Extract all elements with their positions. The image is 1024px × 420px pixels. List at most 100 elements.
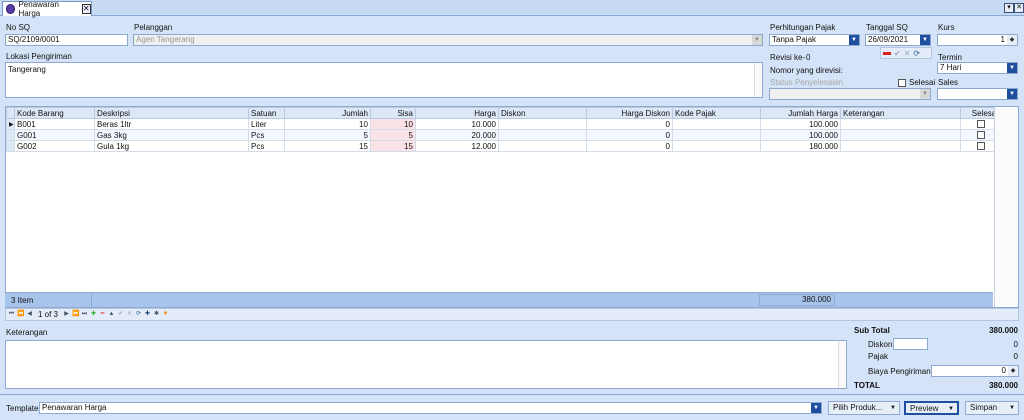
col-harga[interactable]: Harga [415, 107, 499, 119]
status-penyelesaian-select[interactable]: ▼ [769, 88, 931, 100]
cell-keterangan[interactable] [840, 140, 961, 152]
cell-diskon[interactable] [498, 129, 587, 141]
cell-jumlah-harga[interactable]: 180.000 [760, 140, 841, 152]
cell-harga-diskon[interactable]: 0 [586, 118, 673, 130]
biaya-pengiriman-field[interactable]: 0 ◆ [931, 365, 1019, 377]
cell-jumlah-harga[interactable]: 100.000 [760, 118, 841, 130]
chevron-down-icon[interactable]: ▼ [920, 89, 930, 99]
cancel-icon[interactable]: ✕ [904, 49, 911, 58]
cell-sisa[interactable]: 5 [370, 129, 416, 141]
last-page-icon[interactable]: ⏭ [81, 311, 88, 318]
cell-satuan[interactable]: Pcs [248, 129, 285, 141]
cell-deskripsi[interactable]: Beras 1ltr [94, 118, 249, 130]
col-kode-barang[interactable]: Kode Barang [14, 107, 95, 119]
sales-select[interactable]: ▼ [937, 88, 1018, 100]
cell-harga[interactable]: 10.000 [415, 118, 499, 130]
selesai-checkbox[interactable] [976, 142, 985, 151]
col-satuan[interactable]: Satuan [248, 107, 285, 119]
window-menu-icon[interactable]: ▾ [1004, 3, 1014, 13]
delete-icon[interactable]: ━ [99, 311, 106, 318]
cell-deskripsi[interactable]: Gula 1kg [94, 140, 249, 152]
selesai-checkbox-wrap[interactable]: Selesai [898, 78, 935, 87]
vertical-scrollbar[interactable] [838, 341, 846, 388]
next-page-icon[interactable]: ▶ [63, 311, 70, 318]
cell-diskon[interactable] [498, 118, 587, 130]
cell-kode-pajak[interactable] [672, 118, 761, 130]
no-sq-field[interactable]: SQ/2109/0001 [5, 34, 128, 46]
template-select[interactable]: Penawaran Harga ▼ [39, 402, 822, 414]
perhitungan-pajak-select[interactable]: Tanpa Pajak ▼ [769, 34, 860, 46]
minus-icon[interactable] [883, 51, 891, 55]
prev-page-icon[interactable]: ◀ [26, 311, 33, 318]
next-page-fast-icon[interactable]: ⏩ [72, 311, 79, 318]
col-jumlah[interactable]: Jumlah [284, 107, 371, 119]
cell-jumlah[interactable]: 5 [284, 129, 371, 141]
spinner-icon[interactable]: ◆ [1008, 366, 1018, 376]
row-indicator[interactable] [6, 140, 15, 152]
chevron-down-icon[interactable]: ▼ [752, 35, 762, 45]
termin-select[interactable]: 7 Hari ▼ [937, 62, 1018, 74]
spinner-icon[interactable]: ◆ [1007, 35, 1017, 45]
col-harga-diskon[interactable]: Harga Diskon [586, 107, 673, 119]
col-deskripsi[interactable]: Deskripsi [94, 107, 249, 119]
table-row[interactable]: G002 Gula 1kg Pcs 15 15 12.000 0 180.000 [6, 140, 1001, 152]
cell-keterangan[interactable] [840, 129, 961, 141]
selesai-checkbox[interactable] [976, 120, 985, 129]
table-row[interactable]: G001 Gas 3kg Pcs 5 5 20.000 0 100.000 [6, 129, 1001, 141]
cancel-icon[interactable]: ✕ [126, 311, 133, 318]
pilih-produk-button[interactable]: Pilih Produk... ▼ [828, 401, 900, 415]
vertical-scrollbar[interactable] [754, 63, 762, 97]
check-icon[interactable]: ✔ [894, 49, 901, 58]
refresh-icon[interactable]: ⟳ [135, 311, 142, 318]
table-row[interactable]: ▶ B001 Beras 1ltr Liter 10 10 10.000 0 1… [6, 118, 1001, 130]
cell-jumlah[interactable]: 10 [284, 118, 371, 130]
cell-sisa[interactable]: 10 [370, 118, 416, 130]
window-close-icon[interactable]: ✕ [1014, 3, 1024, 13]
cell-kode-pajak[interactable] [672, 140, 761, 152]
col-diskon[interactable]: Diskon [498, 107, 587, 119]
row-indicator-icon[interactable]: ▶ [6, 118, 15, 130]
keterangan-textarea[interactable] [5, 340, 847, 389]
cell-kode[interactable]: B001 [14, 118, 95, 130]
chevron-down-icon[interactable]: ▼ [811, 403, 821, 413]
cell-keterangan[interactable] [840, 118, 961, 130]
chevron-down-icon[interactable]: ▼ [1007, 63, 1017, 73]
prev-page-fast-icon[interactable]: ⏪ [17, 311, 24, 318]
simpan-button[interactable]: Simpan ▼ [965, 401, 1019, 415]
preview-button[interactable]: Preview ▼ [904, 401, 959, 415]
cell-harga[interactable]: 12.000 [415, 140, 499, 152]
filter-icon[interactable]: ▼ [162, 311, 169, 318]
cell-kode[interactable]: G001 [14, 129, 95, 141]
chevron-down-icon[interactable]: ▼ [1007, 89, 1017, 99]
chevron-down-icon[interactable]: ▼ [849, 35, 859, 45]
cell-satuan[interactable]: Liter [248, 118, 285, 130]
vertical-scrollbar[interactable] [994, 107, 1018, 307]
lokasi-textarea[interactable]: Tangerang [5, 62, 763, 98]
tab-penawaran-harga[interactable]: Penawaran Harga ✕ [2, 0, 92, 18]
selesai-checkbox[interactable] [898, 78, 906, 87]
filter-clear-icon[interactable]: ✱ [153, 311, 160, 318]
cell-kode[interactable]: G002 [14, 140, 95, 152]
cell-kode-pajak[interactable] [672, 129, 761, 141]
calendar-icon[interactable]: ▼ [920, 35, 930, 45]
cell-harga-diskon[interactable]: 0 [586, 129, 673, 141]
diskon-percent-field[interactable] [893, 338, 928, 350]
tanggal-sq-field[interactable]: 26/09/2021 ▼ [865, 34, 931, 46]
kurs-field[interactable]: 1 ◆ [937, 34, 1018, 46]
col-sisa[interactable]: Sisa [370, 107, 416, 119]
refresh-icon[interactable]: ⟳ [913, 49, 920, 58]
check-icon[interactable]: ✔ [117, 311, 124, 318]
col-keterangan[interactable]: Keterangan [840, 107, 961, 119]
cell-satuan[interactable]: Pcs [248, 140, 285, 152]
items-grid[interactable]: Kode Barang Deskripsi Satuan Jumlah Sisa… [5, 106, 1019, 308]
insert-icon[interactable]: ✚ [144, 311, 151, 318]
col-kode-pajak[interactable]: Kode Pajak [672, 107, 761, 119]
cell-harga-diskon[interactable]: 0 [586, 140, 673, 152]
cell-jumlah[interactable]: 15 [284, 140, 371, 152]
cell-jumlah-harga[interactable]: 100.000 [760, 129, 841, 141]
selesai-checkbox[interactable] [976, 131, 985, 140]
add-icon[interactable]: ✚ [90, 311, 97, 318]
row-indicator[interactable] [6, 129, 15, 141]
cell-harga[interactable]: 20.000 [415, 129, 499, 141]
cell-deskripsi[interactable]: Gas 3kg [94, 129, 249, 141]
